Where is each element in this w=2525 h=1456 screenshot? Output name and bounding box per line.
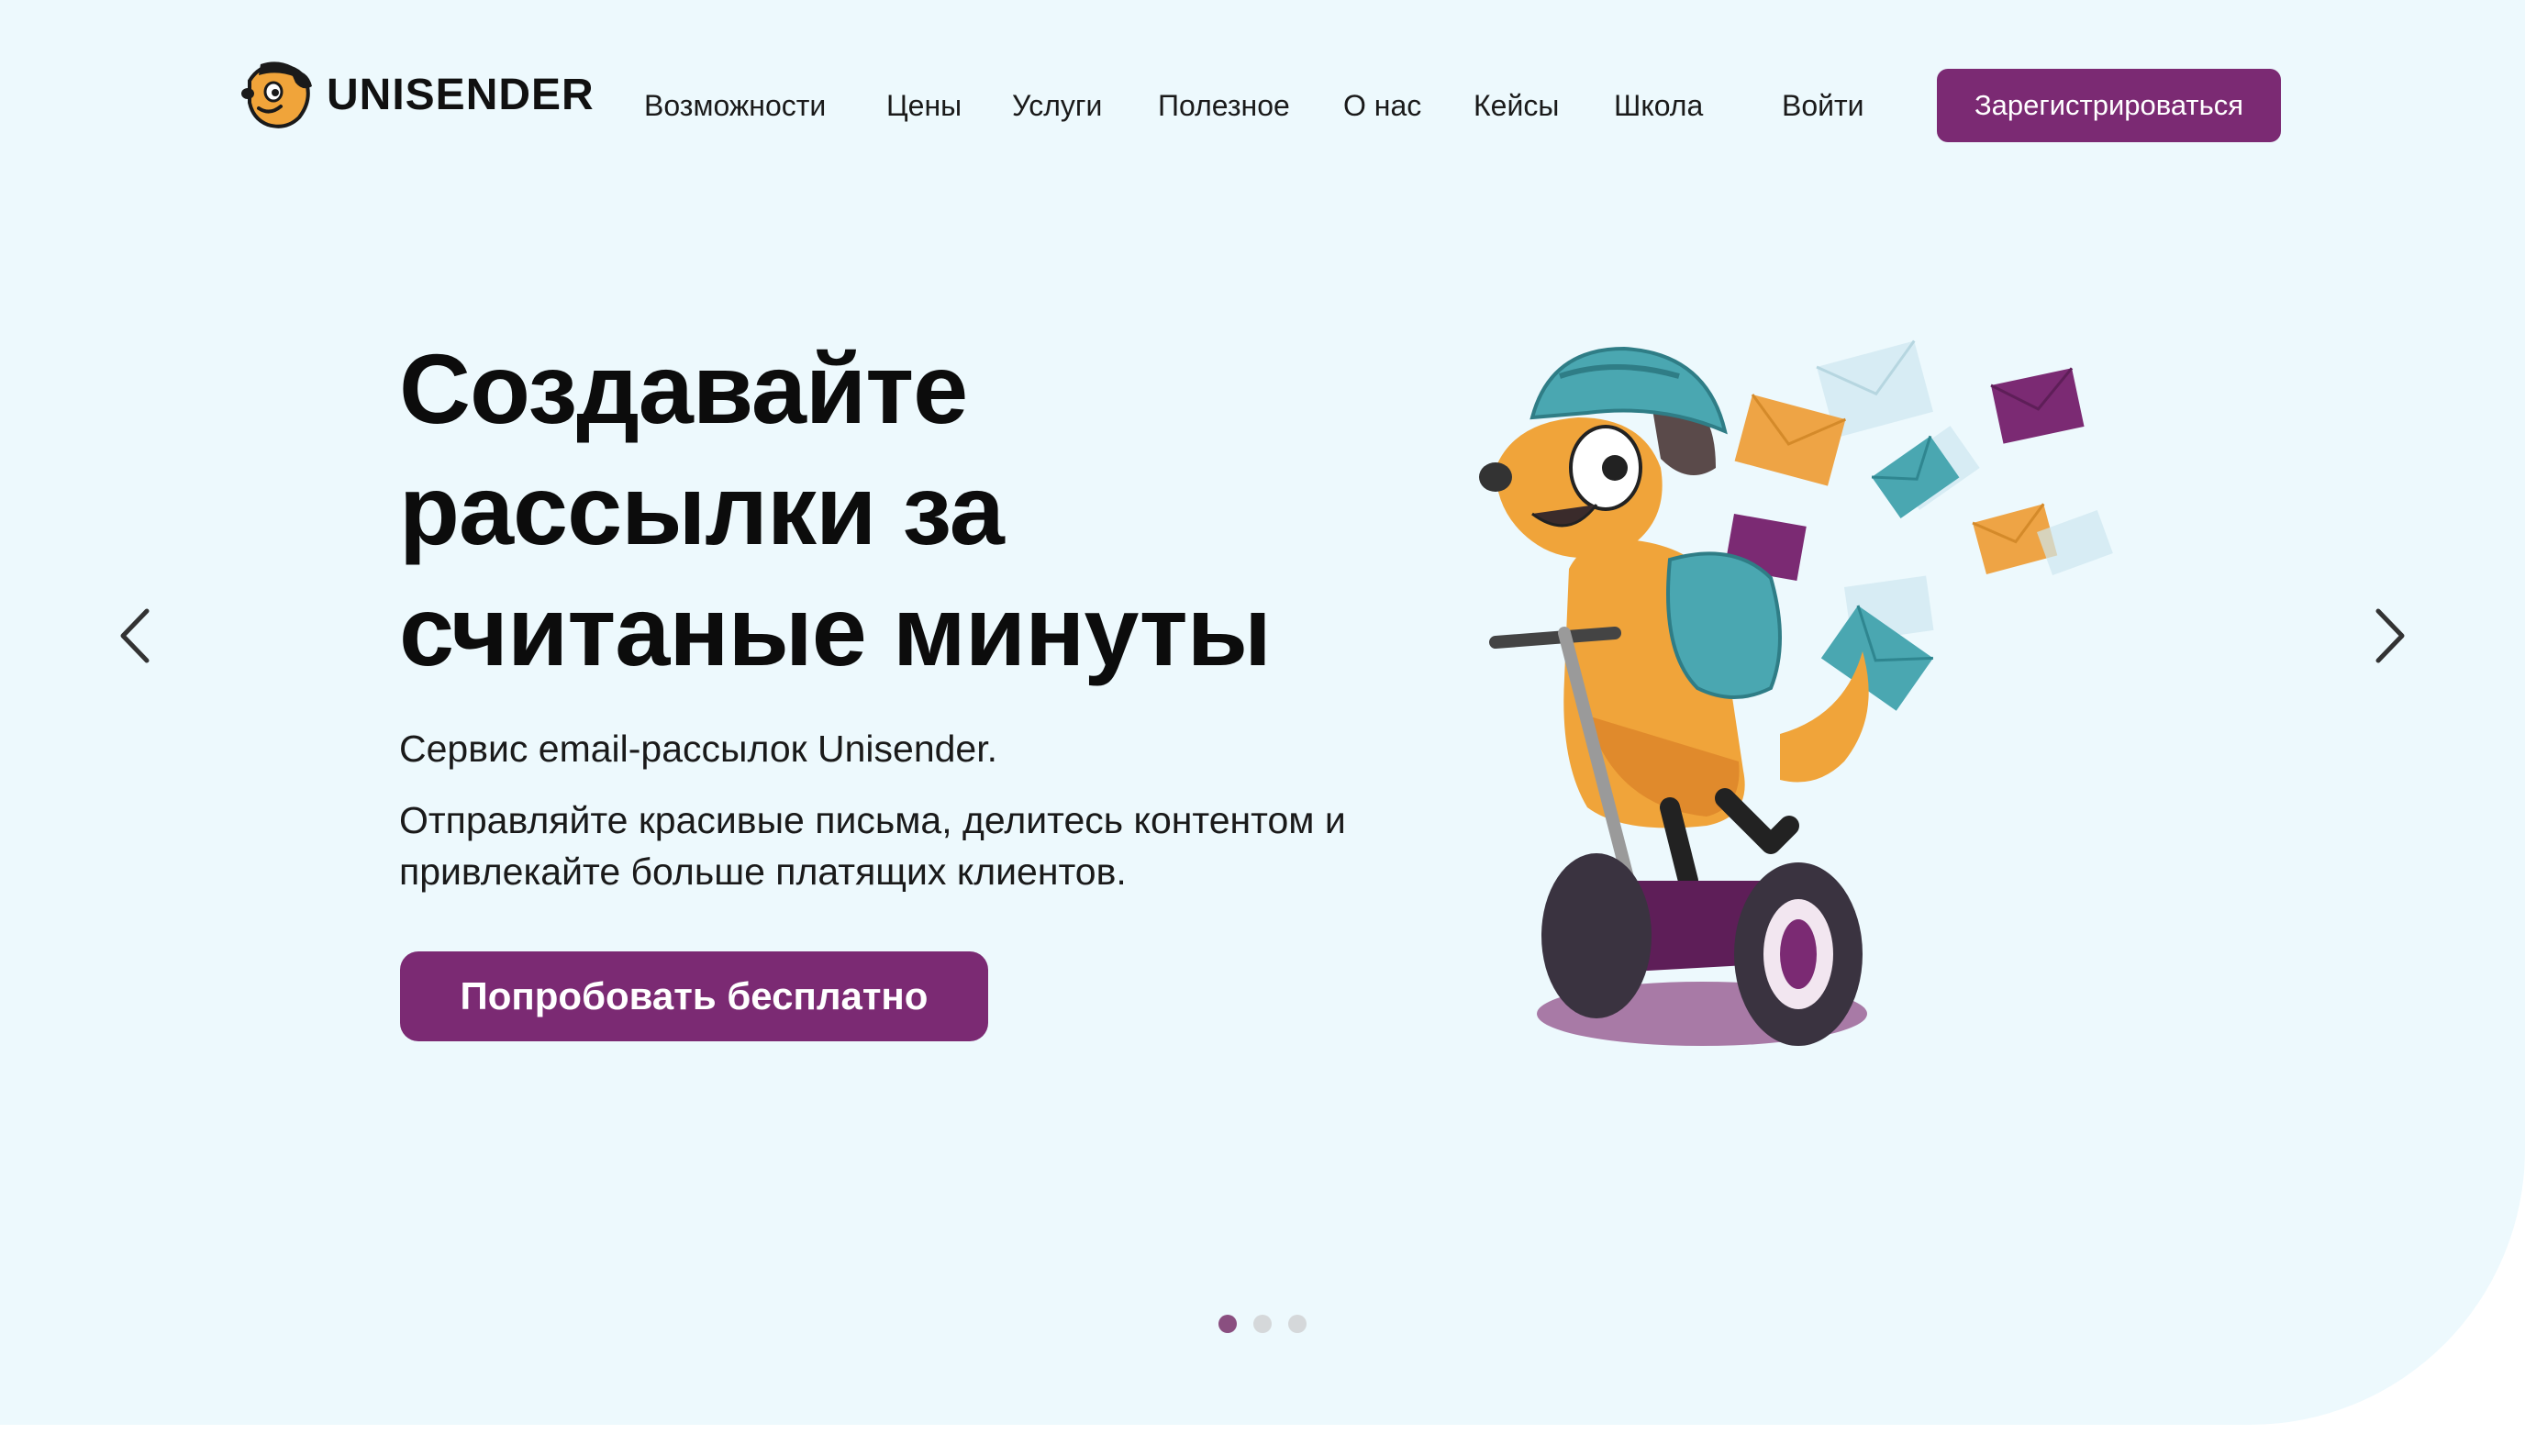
carousel-prev-button[interactable] [112,606,158,666]
login-link[interactable]: Войти [1782,87,1864,124]
description-line: Отправляйте красивые письма, делитесь ко… [399,799,1346,841]
headline-line: считаные минуты [399,575,1272,686]
logo-text: UNISENDER [327,70,595,119]
hero-section: UNISENDER Возможности Цены Услуги Полезн… [0,0,2525,1425]
nav-school[interactable]: Школа [1614,87,1703,124]
dog-logo-icon [241,61,312,128]
signup-button[interactable]: Зарегистрироваться [1937,69,2281,142]
hero-description: Отправляйте красивые письма, делитесь ко… [399,795,1500,897]
nav-prices[interactable]: Цены [886,87,962,124]
carousel-dot-2[interactable] [1253,1315,1272,1333]
nav-about[interactable]: О нас [1343,87,1421,124]
nav-features[interactable]: Возможности [644,87,826,124]
description-line: привлекайте больше платящих клиентов. [399,850,1127,893]
try-free-button[interactable]: Попробовать бесплатно [400,951,988,1041]
nav-services[interactable]: Услуги [1012,87,1102,124]
headline-line: Создавайте [399,333,968,444]
carousel-dot-1[interactable] [1218,1315,1237,1333]
chevron-left-icon [120,608,150,663]
envelope-icon [1724,339,2113,711]
hero-subtitle: Сервис email-рассылок Unisender. [399,728,998,770]
carousel-next-button[interactable] [2367,606,2413,666]
nav-cases[interactable]: Кейсы [1474,87,1559,124]
hero-headline: Создавайте рассылки за считаные минуты [399,328,1408,692]
chevron-right-icon [2375,608,2405,663]
nav-useful[interactable]: Полезное [1158,87,1290,124]
logo[interactable]: UNISENDER [240,61,595,128]
carousel-dot-3[interactable] [1288,1315,1307,1333]
headline-line: рассылки за [399,454,1005,565]
dog-segway-illustration [1479,339,2113,1046]
